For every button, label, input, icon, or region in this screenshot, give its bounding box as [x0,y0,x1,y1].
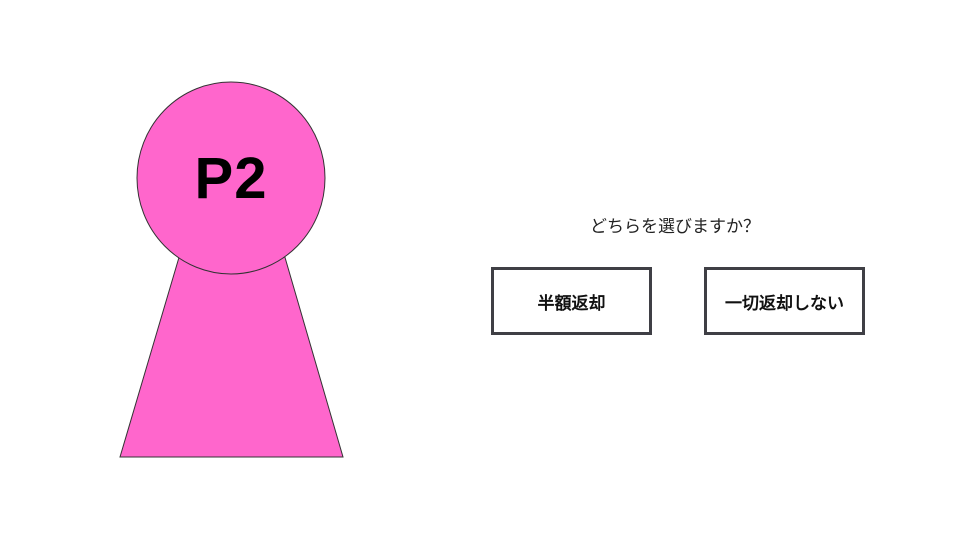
choice-prompt: どちらを選びますか？ [590,217,760,237]
player-label: P2 [194,145,268,211]
no-refund-button[interactable]: 一切返却しない [704,267,865,335]
half-refund-button[interactable]: 半額返却 [491,267,652,335]
piece-body [119,253,344,458]
